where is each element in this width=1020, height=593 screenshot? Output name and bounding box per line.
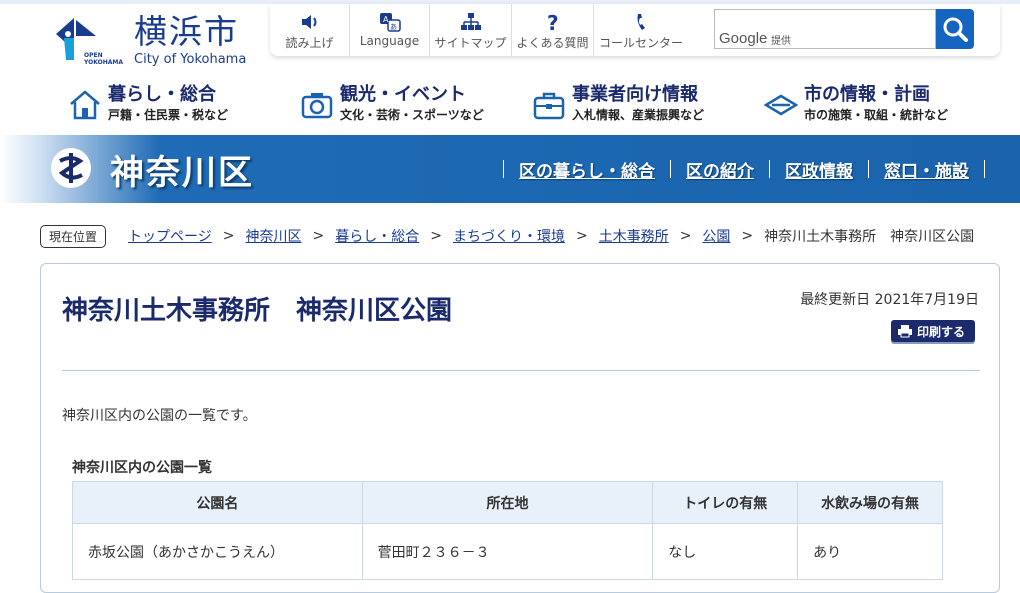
breadcrumb-link-parks[interactable]: 公園	[702, 226, 730, 246]
question-icon: ?	[547, 12, 559, 32]
svg-text:A: A	[383, 15, 389, 24]
gnav-business-sub: 入札情報、産業振興など	[572, 108, 705, 122]
breadcrumb-link-top[interactable]: トップページ	[128, 226, 212, 246]
last-updated: 最終更新日 2021年7月19日	[800, 292, 979, 308]
main-content: 神奈川土木事務所 神奈川区公園 最終更新日 2021年7月19日 印刷する 神奈…	[40, 263, 1000, 593]
printer-icon	[898, 325, 912, 338]
ward-link-facilities[interactable]: 窓口・施設	[884, 157, 969, 182]
breadcrumb-separator: >	[575, 228, 588, 244]
language-label: Language	[359, 34, 420, 48]
svg-text:?: ?	[547, 12, 559, 32]
call-center-label: コールセンター	[598, 36, 683, 50]
cell-address: 菅田町２３６－３	[361, 523, 654, 580]
gnav-business[interactable]: 事業者向け情報 入札情報、産業振興など	[532, 80, 742, 130]
gnav-city-info-sub: 市の施策・取組・統計など	[804, 108, 949, 122]
search-icon	[943, 17, 968, 42]
language-button[interactable]: A あ Language	[350, 4, 430, 56]
breadcrumb-separator: >	[222, 228, 235, 244]
print-label: 印刷する	[917, 325, 966, 339]
logo-english: City of Yokohama	[134, 52, 247, 67]
search-input[interactable]: Google 提供	[714, 9, 936, 49]
breadcrumb-current: 神奈川土木事務所 神奈川区公園	[764, 229, 975, 245]
read-aloud-button[interactable]: 読み上げ	[270, 4, 350, 56]
breadcrumb-link-ward[interactable]: 神奈川区	[245, 226, 301, 246]
ward-nav-divider	[503, 160, 504, 178]
call-center-button[interactable]: コールセンター	[594, 4, 688, 56]
intro-text: 神奈川区内の公園の一覧です。	[62, 408, 257, 424]
cell-toilet: なし	[652, 523, 799, 580]
park-table: 公園名 所在地 トイレの有無 水飲み場の有無 赤坂公園（あかさかこうえん） 菅田…	[72, 481, 943, 580]
breadcrumb: 現在位置 トップページ > 神奈川区 > 暮らし・総合 > まちづくり・環境 >…	[40, 224, 1010, 248]
ward-nav-divider	[670, 160, 671, 178]
sitemap-button[interactable]: サイトマップ	[430, 4, 512, 56]
camera-icon	[301, 93, 333, 119]
phone-icon	[637, 14, 645, 30]
gnav-city-info[interactable]: 市の情報・計画 市の施策・取組・統計など	[764, 80, 974, 130]
language-icon: A あ	[379, 13, 401, 32]
ward-nav-divider	[769, 160, 770, 178]
col-toilet: トイレの有無	[652, 481, 799, 524]
table-caption: 神奈川区内の公園一覧	[72, 460, 212, 476]
read-aloud-label: 読み上げ	[285, 36, 334, 50]
gnav-city-info-title: 市の情報・計画	[804, 84, 930, 105]
ward-nav: 区の暮らし・総合 区の紹介 区政情報 窓口・施設	[488, 155, 1000, 183]
site-header: OPEN YOKOHAMA 横浜市 City of Yokohama 読み上げ …	[0, 0, 1020, 70]
breadcrumb-here-badge: 現在位置	[40, 224, 107, 248]
title-divider	[62, 370, 980, 371]
ward-link-admin[interactable]: 区政情報	[785, 157, 853, 182]
faq-button[interactable]: ? よくある質問	[512, 4, 594, 56]
breadcrumb-link-town[interactable]: まちづくり・環境	[453, 226, 565, 246]
gnav-tourism-title: 観光・イベント	[340, 84, 466, 105]
ward-banner: 神奈川区 区の暮らし・総合 区の紹介 区政情報 窓口・施設	[0, 135, 1020, 203]
ward-nav-divider	[868, 160, 869, 178]
site-search: Google 提供	[714, 9, 974, 49]
faq-label: よくある質問	[516, 36, 589, 50]
briefcase-icon	[533, 92, 565, 120]
ward-link-intro[interactable]: 区の紹介	[686, 157, 754, 182]
page-title: 神奈川土木事務所 神奈川区公園	[62, 296, 453, 326]
speaker-icon	[301, 15, 316, 29]
sitemap-icon	[460, 13, 481, 30]
gnav-living[interactable]: 暮らし・総合 戸籍・住民票・税など	[68, 80, 268, 130]
svg-text:あ: あ	[390, 23, 397, 31]
cell-park-name: 赤坂公園（あかさかこうえん）	[72, 523, 363, 580]
ward-emblem-icon	[51, 148, 91, 188]
breadcrumb-separator: >	[741, 228, 754, 244]
breadcrumb-separator: >	[679, 228, 692, 244]
utility-toolbar: 読み上げ A あ Language サイトマップ ? よくある質問 コールセンタ…	[270, 4, 1000, 56]
col-address: 所在地	[361, 481, 654, 524]
google-brand: Google	[719, 30, 768, 47]
print-button[interactable]: 印刷する	[891, 320, 975, 342]
yokohama-logo[interactable]: OPEN YOKOHAMA 横浜市 City of Yokohama	[52, 12, 252, 70]
gnav-tourism-sub: 文化・芸術・スポーツなど	[340, 108, 484, 122]
cell-fountain: あり	[797, 523, 943, 580]
gnav-tourism[interactable]: 観光・イベント 文化・芸術・スポーツなど	[300, 80, 510, 130]
col-fountain: 水飲み場の有無	[797, 481, 943, 524]
breadcrumb-link-civil-office[interactable]: 土木事務所	[599, 226, 669, 246]
gnav-business-title: 事業者向け情報	[572, 84, 698, 105]
house-icon	[70, 90, 100, 120]
logo-kanji: 横浜市	[134, 12, 239, 51]
breadcrumb-link-living[interactable]: 暮らし・総合	[335, 226, 419, 246]
breadcrumb-separator: >	[430, 228, 442, 244]
search-provider-label: 提供	[771, 36, 791, 47]
ward-nav-divider	[984, 160, 985, 178]
logo-open-yokohama: OPEN YOKOHAMA	[84, 52, 123, 66]
gnav-living-sub: 戸籍・住民票・税など	[108, 108, 229, 122]
table-header-row: 公園名 所在地 トイレの有無 水飲み場の有無	[72, 481, 943, 524]
sitemap-label: サイトマップ	[434, 36, 507, 50]
col-park-name: 公園名	[72, 481, 363, 524]
breadcrumb-separator: >	[312, 228, 325, 244]
ward-link-living[interactable]: 区の暮らし・総合	[519, 157, 655, 182]
search-button[interactable]	[936, 9, 974, 49]
ward-name[interactable]: 神奈川区	[110, 145, 254, 194]
global-nav: 暮らし・総合 戸籍・住民票・税など 観光・イベント 文化・芸術・スポーツなど 事…	[0, 72, 1020, 134]
table-row: 赤坂公園（あかさかこうえん） 菅田町２３６－３ なし あり	[72, 523, 943, 580]
city-emblem-icon	[764, 94, 798, 116]
gnav-living-title: 暮らし・総合	[108, 84, 216, 105]
